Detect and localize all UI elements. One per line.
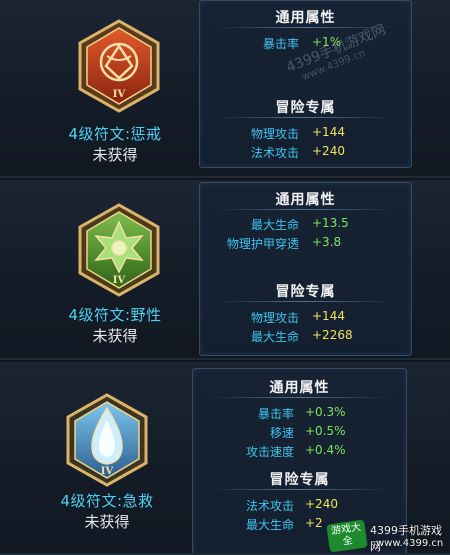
rune-badge-wild: IV [74, 202, 164, 298]
attribute-value: +240 [312, 144, 345, 158]
attribute-row: 最大生命 +2268 [200, 328, 411, 344]
attribute-label: 最大生命 [250, 218, 299, 232]
attribute-label: 最大生命 [250, 330, 299, 344]
divider [216, 27, 395, 28]
attribute-row: 物理攻击 +144 [200, 125, 411, 141]
attribute-value: +0.3% [305, 405, 346, 419]
attribute-box: 通用属性 最大生命 +13.5 物理护甲穿透 +3.8 冒险专属 物理攻击 +1… [199, 182, 412, 356]
rune-name: 4级符文:惩戒 [68, 125, 162, 143]
rune-name: 4级符文:野性 [68, 306, 162, 324]
general-attributes-title: 通用属性 [275, 192, 336, 208]
attribute-label: 移速 [269, 426, 294, 440]
divider [216, 209, 395, 210]
rune-badge-firstaid: IV [62, 392, 152, 488]
adventure-attributes-title: 冒险专属 [275, 284, 336, 300]
attribute-label: 暴击率 [262, 37, 299, 51]
rune-panel-punish: IV 4级符文:惩戒 未获得 通用属性 暴击率 +1% 冒险专属 物理攻击 +1… [0, 0, 450, 178]
attribute-value: +13.5 [312, 216, 349, 230]
attribute-label: 法术攻击 [250, 146, 299, 160]
rune-status: 未获得 [84, 513, 130, 531]
svg-text:IV: IV [113, 89, 126, 100]
attribute-value: +0.5% [305, 424, 346, 438]
attribute-row: 最大生命 +13.5 [200, 216, 411, 232]
rune-name: 4级符文:急救 [60, 492, 154, 510]
divider [216, 301, 395, 302]
rune-badge-punish: IV [74, 18, 164, 114]
attribute-box: 通用属性 暴击率 +1% 冒险专属 物理攻击 +144 法术攻击 +240 [199, 0, 412, 168]
attribute-label: 物理攻击 [250, 127, 299, 141]
site-logo: 游戏大全 [326, 519, 368, 553]
attribute-value: +144 [312, 309, 345, 323]
attribute-value: +144 [312, 125, 345, 139]
attribute-row: 物理攻击 +144 [200, 309, 411, 325]
attribute-row: 法术攻击 +240 [193, 497, 406, 513]
attribute-row: 暴击率 +0.3% [193, 405, 406, 421]
rune-status: 未获得 [92, 146, 138, 164]
attribute-value: +2268 [312, 328, 353, 342]
divider [209, 489, 390, 490]
attribute-row: 攻击速度 +0.4% [193, 443, 406, 459]
svg-text:IV: IV [113, 275, 126, 286]
attribute-value: +240 [305, 497, 338, 511]
rune-panel-wild: IV 4级符文:野性 未获得 通用属性 最大生命 +13.5 物理护甲穿透 +3… [0, 180, 450, 360]
attribute-value: +3.8 [312, 235, 342, 249]
attribute-label: 物理护甲穿透 [226, 237, 299, 251]
attribute-row: 物理护甲穿透 +3.8 [200, 235, 411, 251]
adventure-attributes-title: 冒险专属 [275, 100, 336, 116]
attribute-value: +0.4% [305, 443, 346, 457]
attribute-row: 暴击率 +1% [200, 35, 411, 51]
adventure-attributes-title: 冒险专属 [269, 472, 330, 488]
site-logo-url: www.4399.cn [376, 538, 444, 549]
divider [216, 117, 395, 118]
svg-text:IV: IV [101, 466, 114, 477]
attribute-label: 暴击率 [257, 407, 294, 421]
firstaid-rune-icon: IV [66, 393, 148, 487]
attribute-label: 最大生命 [245, 518, 294, 532]
attribute-label: 攻击速度 [245, 445, 294, 459]
divider [209, 397, 390, 398]
general-attributes-title: 通用属性 [275, 10, 336, 26]
attribute-row: 移速 +0.5% [193, 424, 406, 440]
attribute-label: 物理攻击 [250, 311, 299, 325]
attribute-value: +1% [312, 35, 342, 49]
rune-status: 未获得 [92, 327, 138, 345]
attribute-value: +2 [305, 516, 323, 530]
attribute-row: 法术攻击 +240 [200, 144, 411, 160]
attribute-label: 法术攻击 [245, 499, 294, 513]
general-attributes-title: 通用属性 [269, 380, 330, 396]
punish-rune-icon: IV [78, 19, 160, 113]
wild-rune-icon: IV [78, 203, 160, 297]
